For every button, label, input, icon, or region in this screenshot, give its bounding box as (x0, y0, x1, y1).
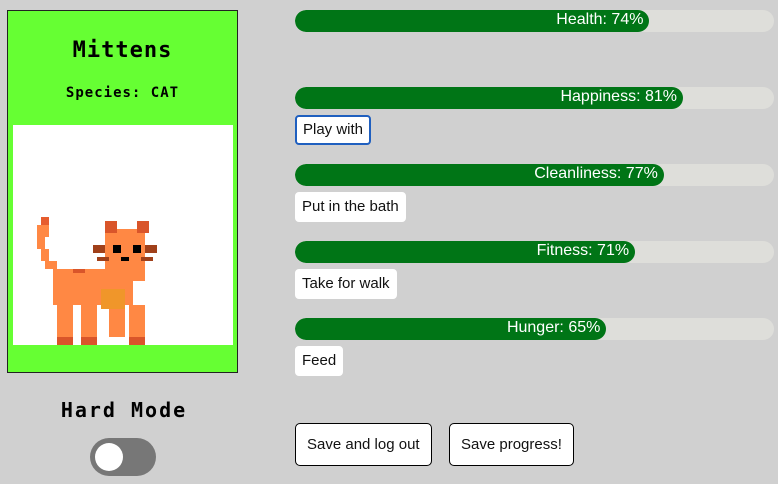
pet-species: Species: CAT (65, 85, 180, 101)
pet-card: Mittens Species: CAT (7, 10, 238, 373)
cleanliness-label: Cleanliness: 77% (534, 165, 658, 182)
fitness-bar: Fitness: 71% (295, 241, 774, 263)
feed-button[interactable]: Feed (295, 346, 344, 376)
cleanliness-bar: Cleanliness: 77% (295, 164, 774, 186)
hunger-label: Hunger: 65% (506, 319, 601, 336)
cleanliness-fill: Cleanliness: 77% (295, 164, 664, 186)
walk-button[interactable]: Take for walk (295, 269, 397, 299)
cat-sprite-icon (37, 217, 157, 345)
toggle-knob (95, 443, 123, 471)
happiness-bar: Happiness: 81% (295, 87, 774, 109)
hard-mode-label: Hard Mode (60, 398, 188, 422)
save-logout-button[interactable]: Save and log out (295, 423, 432, 466)
hunger-fill: Hunger: 65% (295, 318, 607, 340)
bath-button[interactable]: Put in the bath (295, 192, 406, 222)
fitness-label: Fitness: 71% (536, 242, 630, 259)
happiness-label: Happiness: 81% (560, 88, 677, 105)
happiness-fill: Happiness: 81% (295, 87, 683, 109)
hunger-bar: Hunger: 65% (295, 318, 774, 340)
play-with-button[interactable]: Play with (295, 115, 372, 145)
health-label: Health: 74% (556, 11, 644, 28)
pet-image (13, 125, 233, 345)
health-bar: Health: 74% (295, 10, 774, 32)
fitness-fill: Fitness: 71% (295, 241, 636, 263)
hard-mode-toggle[interactable] (90, 438, 156, 476)
save-progress-button[interactable]: Save progress! (449, 423, 574, 466)
pet-name: Mittens (72, 38, 173, 63)
health-fill: Health: 74% (295, 10, 650, 32)
